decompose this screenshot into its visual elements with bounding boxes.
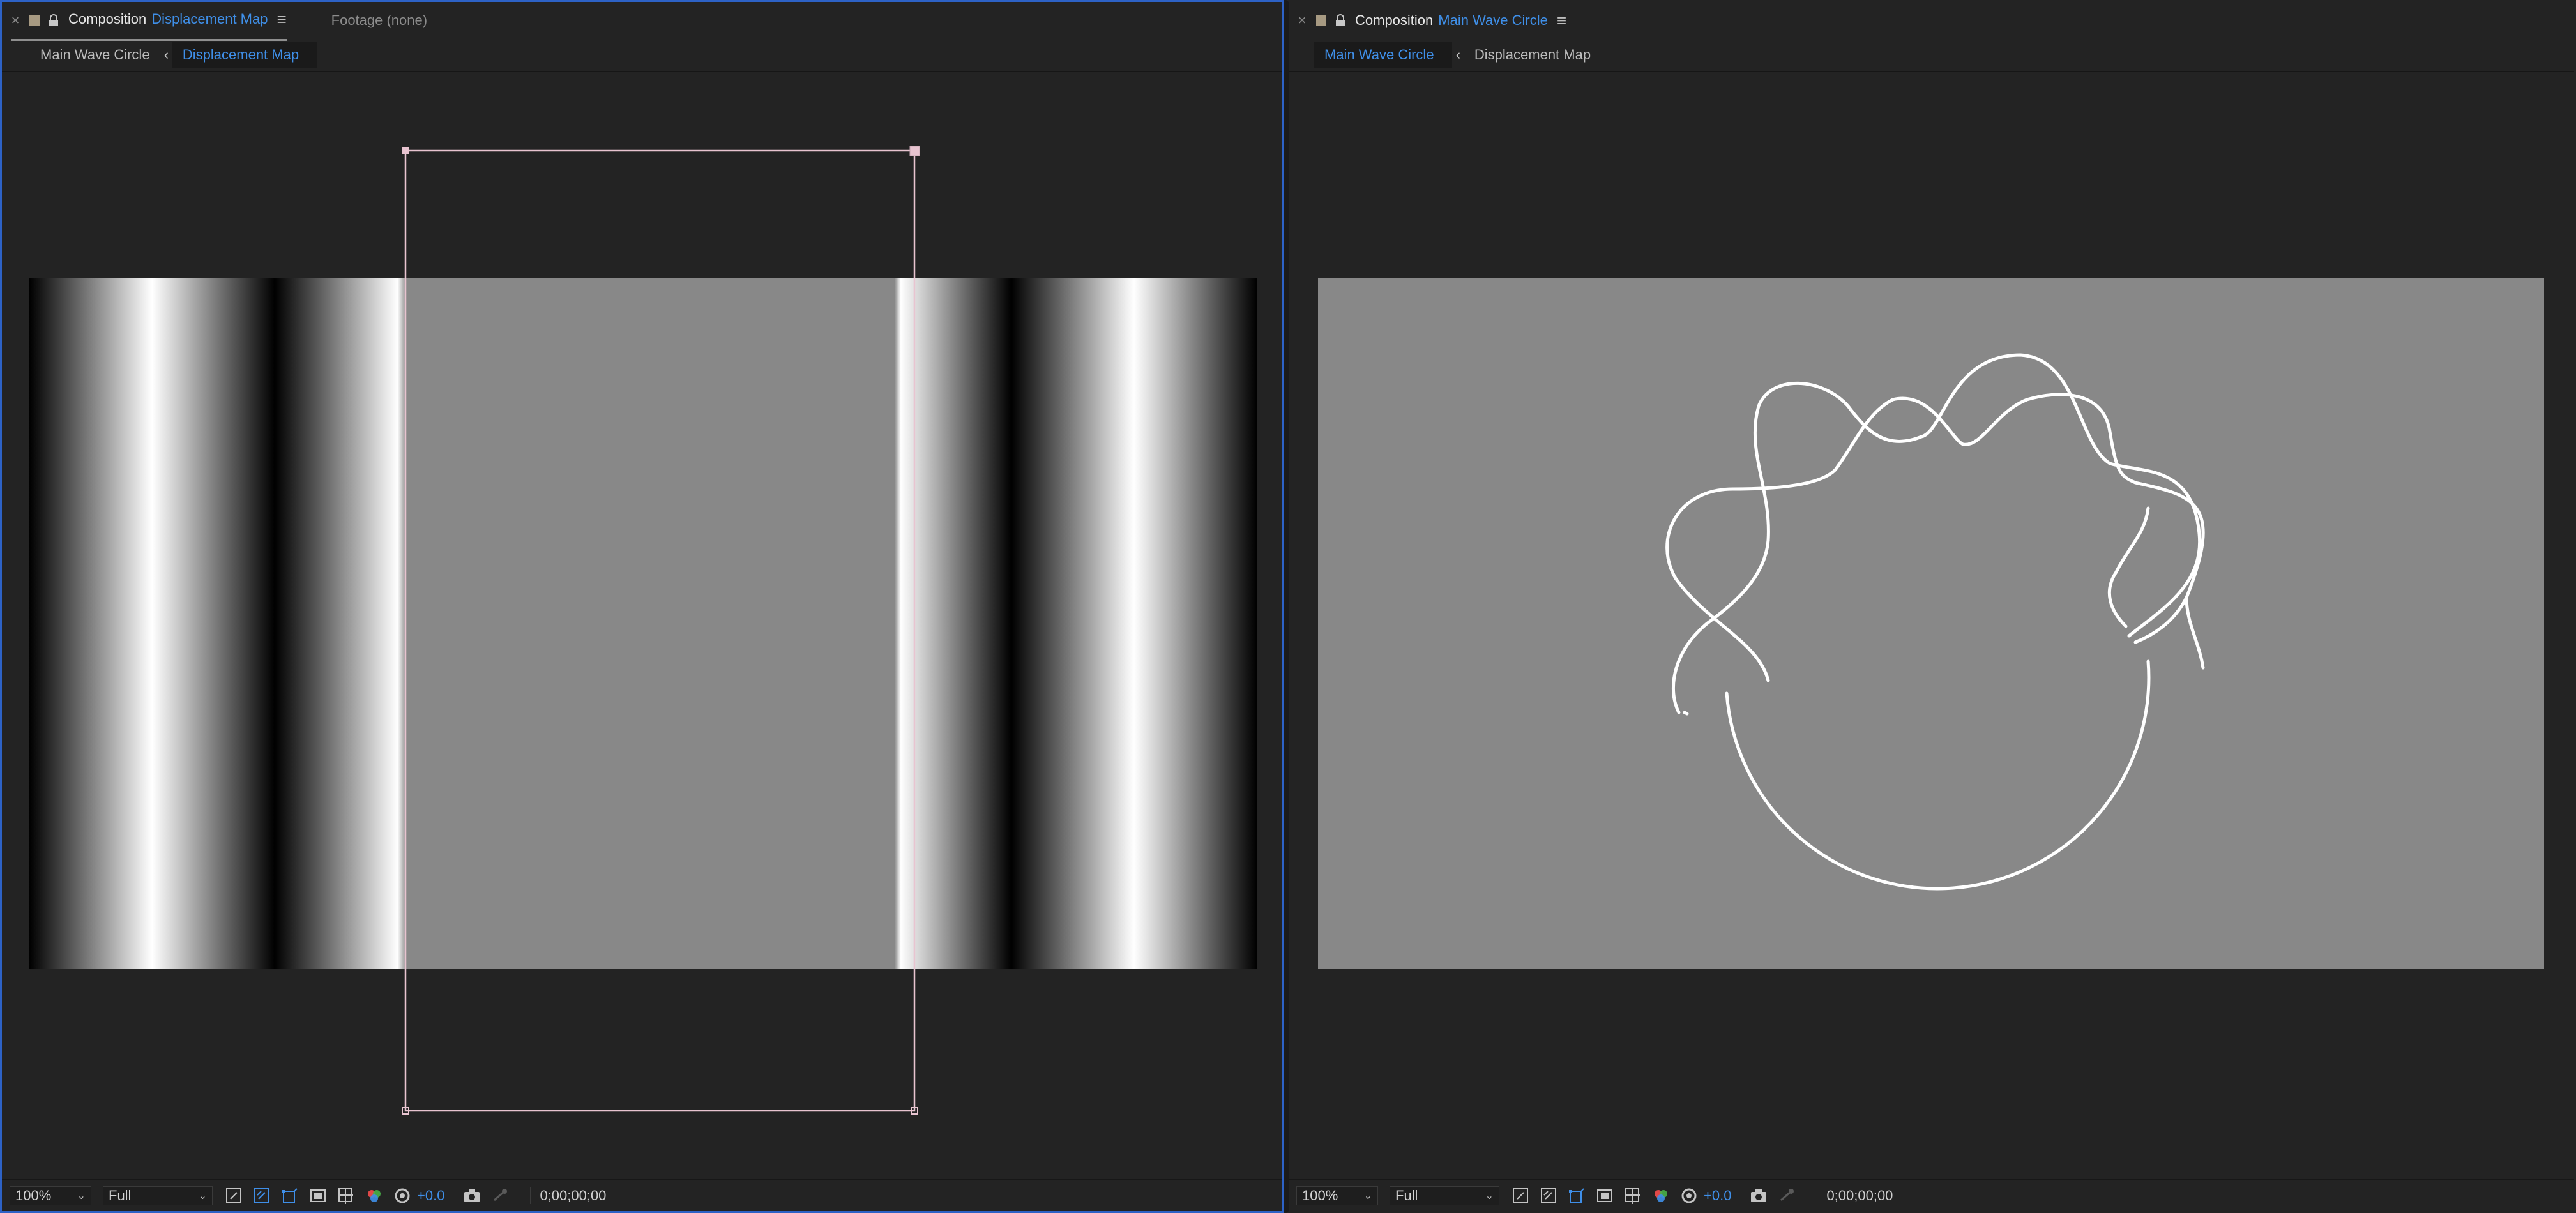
magnification-value: 100% [15,1187,52,1203]
panel-menu-icon[interactable]: ≡ [1557,11,1566,31]
resolution-dropdown[interactable]: Full ⌄ [103,1186,213,1205]
breadcrumb-displacement-map[interactable]: Displacement Map [1464,43,1601,67]
composition-panel-displacement-map: × Composition Displacement Map ≡ Footage… [0,0,1284,1213]
composition-viewer[interactable] [1289,72,2574,1179]
tab-prefix: Composition [1355,12,1434,28]
tab-composition-displacement-map[interactable]: Composition Displacement Map ≡ [11,10,287,41]
region-of-interest-icon[interactable] [1595,1186,1614,1205]
main-wave-circle-canvas [1318,278,2544,969]
exposure-value[interactable]: +0.0 [417,1187,444,1204]
transparency-grid-icon[interactable] [252,1186,271,1205]
resolution-value: Full [1395,1187,1418,1203]
show-snapshot-icon[interactable] [1777,1186,1796,1205]
color-swatch-icon [1316,15,1326,26]
exposure-reset-icon[interactable] [1679,1186,1699,1205]
tab-composition-main-wave-circle[interactable]: Composition Main Wave Circle ≡ [1355,11,1566,31]
composition-viewer[interactable] [2,72,1282,1179]
viewer-footer-toolbar: 100% ⌄ Full ⌄ +0.0 0;00;00;00 [1289,1179,2574,1211]
timecode-display[interactable]: 0;00;00;00 [530,1187,606,1204]
magnification-dropdown[interactable]: 100% ⌄ [10,1186,91,1205]
breadcrumb-main-wave-circle[interactable]: Main Wave Circle [1314,42,1452,68]
channel-icon[interactable] [365,1186,384,1205]
chevron-down-icon: ⌄ [1485,1191,1494,1202]
guides-icon[interactable] [337,1186,356,1205]
timecode-display[interactable]: 0;00;00;00 [1817,1187,1893,1204]
fast-preview-icon[interactable] [1511,1186,1530,1205]
snapshot-camera-icon[interactable] [462,1186,481,1205]
breadcrumb-main-wave-circle[interactable]: Main Wave Circle [30,43,160,67]
chevron-down-icon: ⌄ [1363,1191,1372,1202]
chevron-left-icon: ‹ [1455,47,1460,63]
chevron-down-icon: ⌄ [198,1191,207,1202]
snapshot-camera-icon[interactable] [1749,1186,1768,1205]
exposure-value[interactable]: +0.0 [1704,1187,1731,1204]
layer-handle-top-right[interactable] [909,146,920,156]
chevron-down-icon: ⌄ [77,1191,86,1202]
channel-icon[interactable] [1651,1186,1671,1205]
comp-background [1318,278,2544,969]
panel-menu-icon[interactable]: ≡ [277,10,286,29]
lock-icon[interactable] [48,14,59,27]
composition-panel-main-wave-circle: × Composition Main Wave Circle ≡ Main Wa… [1286,0,2576,1213]
panel-tab-bar: × Composition Main Wave Circle ≡ [1289,2,2574,39]
exposure-reset-icon[interactable] [393,1186,412,1205]
region-of-interest-icon[interactable] [308,1186,328,1205]
breadcrumb-displacement-map[interactable]: Displacement Map [172,42,317,68]
viewer-footer-toolbar: 100% ⌄ Full ⌄ +0.0 0;00;00;00 [2,1179,1282,1211]
magnification-value: 100% [1302,1187,1338,1203]
lock-icon[interactable] [1335,14,1346,27]
tab-footage[interactable]: Footage (none) [331,12,427,29]
close-icon[interactable]: × [1292,12,1312,29]
tab-comp-name: Displacement Map [151,11,268,27]
layer-handle-top-left[interactable] [402,147,409,154]
chevron-left-icon: ‹ [163,47,169,63]
guides-icon[interactable] [1623,1186,1642,1205]
resolution-dropdown[interactable]: Full ⌄ [1390,1186,1499,1205]
show-snapshot-icon[interactable] [490,1186,510,1205]
mask-visibility-icon[interactable] [1567,1186,1586,1205]
color-swatch-icon [29,15,40,26]
resolution-value: Full [109,1187,132,1203]
magnification-dropdown[interactable]: 100% ⌄ [1296,1186,1378,1205]
mask-visibility-icon[interactable] [280,1186,299,1205]
tab-comp-name: Main Wave Circle [1438,12,1548,28]
tab-prefix: Composition [68,11,147,27]
fast-preview-icon[interactable] [224,1186,243,1205]
breadcrumb: Main Wave Circle ‹ Displacement Map [2,39,1282,72]
breadcrumb: Main Wave Circle ‹ Displacement Map [1289,39,2574,72]
close-icon[interactable]: × [6,12,25,29]
layer-bounding-box[interactable] [404,149,916,1112]
panel-tab-bar: × Composition Displacement Map ≡ Footage… [2,2,1282,41]
transparency-grid-icon[interactable] [1539,1186,1558,1205]
layer-bounds-overlay[interactable] [2,72,1282,1145]
